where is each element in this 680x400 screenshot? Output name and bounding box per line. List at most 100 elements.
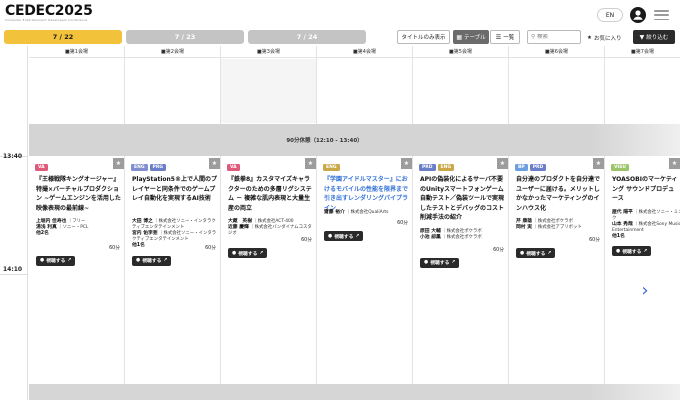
favorite-star-icon[interactable]: ★ (401, 158, 412, 169)
venue-4-label: ■第4会場 (353, 49, 376, 55)
category-tag: ENG (323, 164, 340, 171)
session-tags: BP PRD (515, 164, 547, 171)
day-tab-1[interactable]: 7 / 22 (4, 30, 122, 44)
filter-button[interactable]: ▼ 絞り込む (633, 30, 675, 44)
time-label-1340: 13:40 (3, 153, 23, 160)
watch-label: 視聴する (622, 249, 642, 255)
search-input[interactable] (537, 34, 576, 40)
watch-label: 視聴する (46, 259, 66, 264)
session-tags: VA (227, 164, 240, 171)
venue-1-label: ■第1会場 (65, 49, 88, 55)
favorites-label: お気に入り (593, 35, 622, 42)
venue-header-1: ■第1会場 (29, 46, 124, 58)
list-view-button[interactable]: ☰ 一覧 (490, 30, 520, 44)
favorite-star-icon[interactable]: ★ (305, 158, 316, 169)
watch-label: 視聴する (430, 261, 450, 266)
speaker: 小池 諒鳳 ｜株式会社ポケラボ (420, 234, 482, 240)
day-tab-2[interactable]: 7 / 23 (126, 30, 244, 44)
play-icon: ● (232, 250, 237, 256)
session-card[interactable]: ENG ★ 『学園アイドルマスター』におけるモバイルの性能を限界まで引き出すレンダリ… (317, 158, 412, 382)
hamburger-menu-icon[interactable] (654, 10, 669, 20)
favorite-star-icon[interactable]: ★ (209, 158, 220, 169)
session-tags: PRD ENG (419, 164, 455, 171)
venue-header-3: ■第3会場 (221, 46, 316, 58)
table-view-label: テーブル (464, 35, 486, 41)
favorites-button[interactable]: ★ お気に入り (587, 31, 621, 44)
speaker: 岡村 実 ｜株式会社アプリボット (516, 225, 582, 230)
watch-button[interactable]: ● 視聴する ↗ (324, 231, 364, 241)
session-card[interactable]: VISU ★ YOASOBIのマーケティング サウンドプロデュース 屋代 陽平 ｜株式… (605, 158, 680, 382)
session-title[interactable]: PlayStation5®上で人間のプレイヤーと同条件でのゲームプレイ自動化を実… (132, 175, 218, 204)
venue-header-7: ■第7会場 (605, 46, 680, 58)
logo-text: CEDEC2025 (5, 3, 93, 19)
session-card[interactable]: VA ★ 『王様戦隊キングオージャー』特撮×バーチャルプロダクション ~ゲームエンジ… (29, 158, 124, 382)
search-field[interactable]: ⚲ (527, 30, 581, 44)
session-title[interactable]: 『鉄拳8』カスタマイズキャラクターのための多層リグシステム － 複雑な肌内表現と… (228, 175, 314, 213)
session-tags: VA (35, 164, 48, 171)
external-link-icon: ↗ (355, 233, 360, 239)
site-header: CEDEC2025 Computer Entertainment Develop… (0, 0, 680, 28)
session-tags: ENG PRG (131, 164, 167, 171)
next-break-band (29, 384, 680, 400)
time-divider (0, 274, 28, 275)
watch-label: 視聴する (526, 251, 546, 257)
session-title[interactable]: 『学園アイドルマスター』におけるモバイルの性能を限界まで引き出すレンダリングパイ… (324, 175, 410, 213)
category-tag: BP (515, 164, 528, 171)
speaker: 大田 博之 ｜株式会社ソニー・インタラクティブエンタテインメント (132, 219, 216, 230)
time-label-1410: 14:10 (3, 266, 23, 273)
external-link-icon: ↗ (67, 258, 72, 263)
user-account-icon[interactable] (630, 7, 646, 23)
play-icon: ● (328, 233, 333, 239)
external-link-icon: ↗ (451, 260, 456, 265)
speaker-list: 上堀内 佳寿也 ｜フリー 湯浅 利真 ｜ソニー・PCL 他2名 (36, 219, 124, 237)
favorite-star-icon[interactable]: ★ (497, 158, 508, 169)
session-title[interactable]: YOASOBIのマーケティング サウンドプロデュース (612, 175, 678, 204)
venue-6-label: ■第6会場 (545, 49, 568, 55)
favorite-star-icon[interactable]: ★ (113, 158, 124, 169)
favorite-star-icon[interactable]: ★ (669, 158, 680, 169)
watch-button[interactable]: ● 視聴する ↗ (516, 248, 556, 258)
time-column: 13:40 14:10 (0, 46, 28, 400)
category-tag: ENG (437, 164, 455, 171)
watch-label: 視聴する (238, 251, 258, 257)
session-card[interactable]: ENG PRG ★ PlayStation5®上で人間のプレイヤーと同条件でのゲームプ… (125, 158, 220, 382)
watch-button[interactable]: ● 視聴する ↗ (36, 255, 76, 266)
list-view-label: 一覧 (503, 35, 515, 41)
category-tag: ENG (131, 164, 148, 171)
filter-icon: ▼ (639, 33, 645, 41)
speaker: 齋藤 裕介 ｜株式会社QualiArts (324, 209, 389, 215)
watch-button[interactable]: ● 視聴する ↗ (228, 248, 268, 258)
day-tab-3[interactable]: 7 / 24 (248, 30, 366, 44)
session-duration: 60分 (205, 245, 216, 251)
speaker-list: 齋藤 裕介 ｜株式会社QualiArts (324, 210, 412, 216)
speaker: 屋代 陽平 ｜株式会社ソニー・ミュージック (612, 209, 680, 221)
session-title[interactable]: 『王様戦隊キングオージャー』特撮×バーチャルプロダクション ~ゲームエンジンを活… (36, 175, 122, 213)
session-card[interactable]: PRD ENG ★ APIの偽装化によるサーバ不要のUnityスマートフォンゲーム自動… (413, 158, 508, 382)
logo[interactable]: CEDEC2025 Computer Entertainment Develop… (5, 4, 93, 22)
session-duration: 60分 (493, 247, 504, 253)
session-title[interactable]: APIの偽装化によるサーバ不要のUnityスマートフォンゲーム自動テスト／偽装ツ… (420, 175, 506, 223)
venue-3-label: ■第3会場 (257, 49, 280, 55)
watch-button[interactable]: ● 視聴する ↗ (132, 255, 172, 266)
play-icon: ● (616, 248, 621, 254)
break-label: 90分休憩（12:10 - 13:40） (286, 138, 363, 144)
watch-label: 視聴する (142, 259, 162, 264)
watch-button[interactable]: ● 視聴する ↗ (612, 246, 652, 256)
venue-7-label: ■第7会場 (631, 49, 654, 55)
venue-header-2: ■第2会場 (125, 46, 220, 58)
speaker-list: 原田 大輔 ｜株式会社ポケラボ 小池 諒鳳 ｜株式会社ポケラボ (420, 229, 508, 241)
venue-header-5: ■第5会場 (413, 46, 508, 58)
session-card[interactable]: VA ★ 『鉄拳8』カスタマイズキャラクターのための多層リグシステム － 複雑な肌内… (221, 158, 316, 382)
table-view-button[interactable]: ▦ テーブル (453, 30, 489, 44)
category-tag: PRG (149, 164, 167, 171)
language-toggle-button[interactable]: EN (597, 8, 623, 22)
scroll-right-arrow-icon[interactable]: › (638, 280, 652, 301)
play-icon: ● (136, 258, 141, 263)
table-icon: ▦ (456, 33, 462, 41)
favorite-star-icon[interactable]: ★ (593, 158, 604, 169)
titles-only-toggle[interactable]: タイトルのみ表示 (397, 30, 450, 44)
session-card[interactable]: BP PRD ★ 自分達のプロダクトを自分達でユーザーに届ける。メリットしかなかったマ… (509, 158, 604, 382)
session-title[interactable]: 自分達のプロダクトを自分達でユーザーに届ける。メリットしかなかったマーケティング… (516, 175, 602, 213)
watch-button[interactable]: ● 視聴する ↗ (420, 257, 460, 268)
break-band: 90分休憩（12:10 - 13:40） (29, 124, 680, 156)
